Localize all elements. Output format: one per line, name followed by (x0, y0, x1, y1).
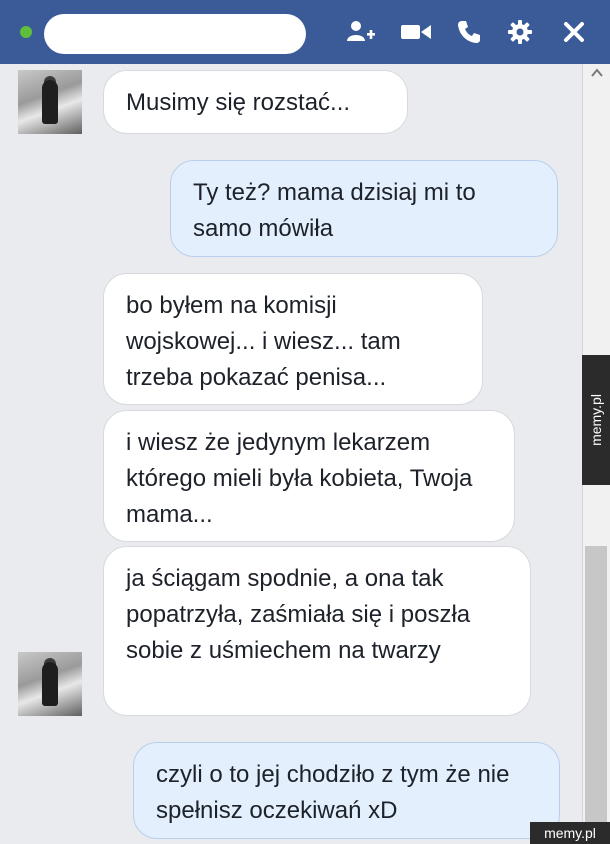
phone-icon[interactable] (453, 16, 485, 48)
scroll-up-icon[interactable] (591, 68, 603, 78)
outgoing-message: Ty też? mama dzisiaj mi to samo mówiła (170, 160, 558, 257)
contact-avatar (18, 652, 82, 716)
video-camera-icon[interactable] (400, 16, 432, 48)
incoming-message: bo byłem na komisji wojskowej... i wiesz… (103, 273, 483, 405)
incoming-message: i wiesz że jedynym lekarzem którego miel… (103, 410, 515, 542)
chat-header (0, 0, 610, 64)
close-icon[interactable] (558, 16, 590, 48)
avatar-figure (42, 80, 58, 124)
add-person-icon[interactable] (345, 16, 377, 48)
contact-avatar (18, 70, 82, 134)
message-list[interactable]: Musimy się rozstać... Ty też? mama dzisi… (0, 64, 582, 844)
gear-icon[interactable] (504, 16, 536, 48)
scrollbar-thumb[interactable] (585, 546, 607, 844)
site-watermark: memy.pl (582, 355, 610, 485)
site-watermark-corner: memy.pl (530, 822, 610, 844)
avatar-figure (42, 662, 58, 706)
outgoing-message: czyli o to jej chodziło z tym że nie spe… (133, 742, 560, 839)
redacted-contact-name (44, 14, 306, 54)
site-watermark-text: memy.pl (588, 394, 605, 446)
incoming-message: Musimy się rozstać... (103, 70, 408, 134)
online-status-icon (20, 26, 32, 38)
incoming-message: ja ściągam spodnie, a ona tak popatrzyła… (103, 546, 531, 716)
